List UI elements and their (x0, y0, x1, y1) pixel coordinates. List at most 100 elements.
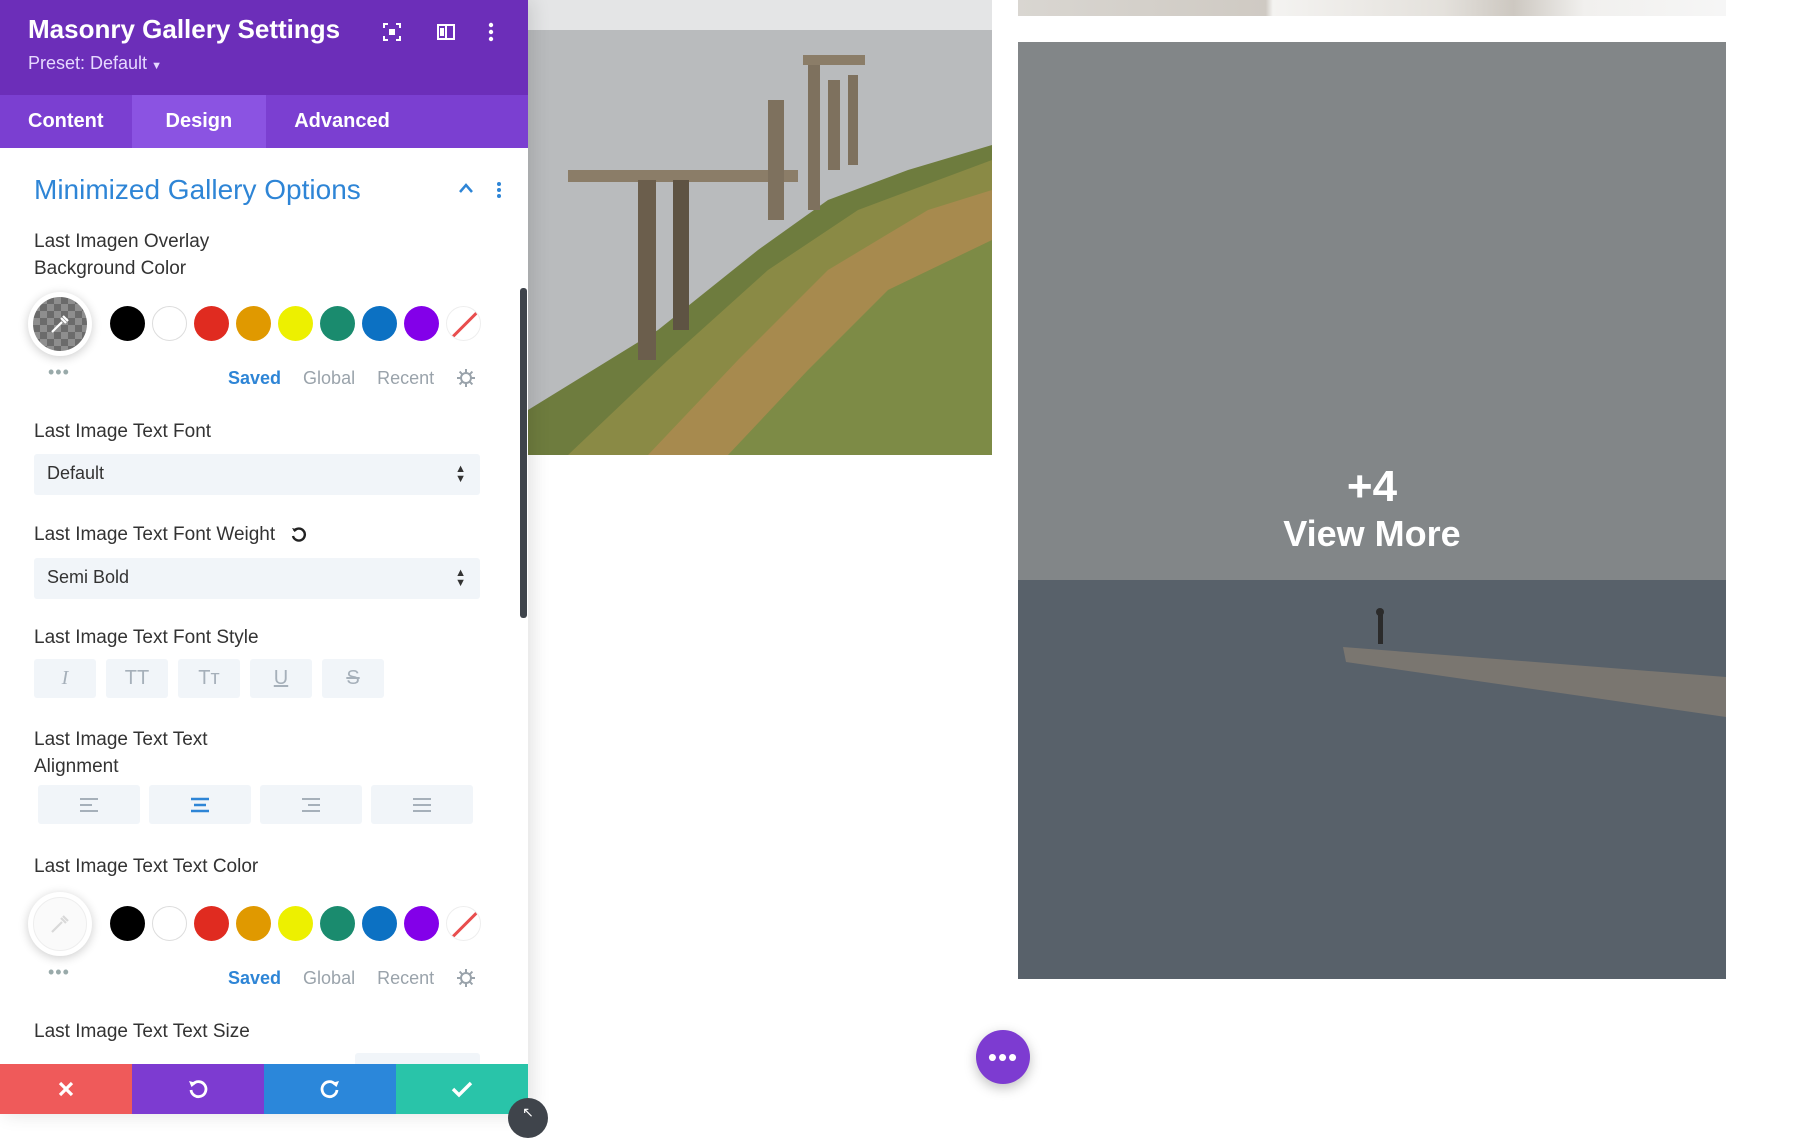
picker-tab-saved[interactable]: Saved (228, 368, 281, 389)
overlay-bg-color-picker: ••• Saved Global Recent (28, 292, 488, 388)
swatch-green[interactable] (320, 906, 355, 941)
capitalize-button[interactable]: Tт (178, 659, 240, 698)
swatch-orange[interactable] (236, 906, 271, 941)
tab-content[interactable]: Content (0, 95, 132, 148)
undo-button[interactable] (132, 1064, 264, 1114)
picker-tab-recent[interactable]: Recent (377, 368, 434, 389)
swatch-red[interactable] (194, 906, 229, 941)
save-button[interactable] (396, 1064, 528, 1114)
overlay-bg-color-label: Last Imagen Overlay Background Color (34, 231, 210, 279)
panel-resize-handle[interactable]: ↖ (508, 1098, 548, 1138)
text-size-input[interactable] (355, 1053, 480, 1064)
font-label: Last Image Text Font (34, 421, 212, 442)
gallery-image-top-right[interactable] (1018, 0, 1726, 16)
font-style-buttons: I TT Tт U S (34, 659, 384, 698)
panel-title: Masonry Gallery Settings (28, 14, 341, 44)
focus-icon[interactable] (378, 18, 406, 46)
more-horizontal-icon[interactable]: ••• (48, 962, 70, 983)
redo-icon (320, 1080, 339, 1099)
text-color-label: Last Image Text Text Color (34, 856, 259, 877)
split-view-icon[interactable] (432, 18, 460, 46)
swatch-white[interactable] (152, 906, 187, 941)
current-color-button[interactable] (28, 892, 92, 956)
settings-panel: Masonry Gallery Settings Preset: Default… (0, 0, 528, 1114)
uppercase-button[interactable]: TT (106, 659, 168, 698)
chevron-up-icon[interactable] (458, 182, 474, 194)
gear-icon[interactable] (456, 368, 476, 388)
swatch-green[interactable] (320, 306, 355, 341)
check-icon (451, 1081, 473, 1098)
text-alignment-label: Last Image Text Text Alignment (34, 729, 208, 777)
undo-icon (189, 1080, 208, 1099)
discard-button[interactable] (0, 1064, 132, 1114)
panel-scrollbar[interactable] (520, 288, 527, 618)
section-title: Minimized Gallery Options (34, 174, 361, 205)
more-vertical-icon[interactable] (496, 180, 502, 200)
view-more-overlay[interactable]: +4 View More (1018, 42, 1726, 979)
font-weight-select-value: Semi Bold (47, 567, 130, 587)
redo-button[interactable] (264, 1064, 396, 1114)
color-swatches (110, 306, 481, 341)
page-options-button[interactable]: ••• (976, 1030, 1030, 1084)
color-picker-tabs: Saved Global Recent (228, 968, 434, 989)
gallery-image-last-view-more[interactable]: +4 View More (1018, 42, 1726, 979)
text-size-label: Last Image Text Text Size (34, 1021, 250, 1042)
text-color-picker: ••• Saved Global Recent (28, 892, 488, 988)
more-vertical-icon[interactable] (477, 18, 505, 46)
swatch-transparent[interactable] (446, 306, 481, 341)
tab-design[interactable]: Design (131, 95, 267, 148)
pier-cliff-illustration (528, 0, 992, 455)
swatch-orange[interactable] (236, 306, 271, 341)
preset-dropdown[interactable]: Preset: Default ▼ (28, 53, 162, 74)
align-center-button[interactable] (149, 785, 251, 824)
align-justify-button[interactable] (371, 785, 473, 824)
swatch-purple[interactable] (404, 906, 439, 941)
eyedropper-icon (51, 915, 69, 933)
more-horizontal-icon[interactable]: ••• (48, 362, 70, 383)
swatch-transparent[interactable] (446, 906, 481, 941)
swatch-blue[interactable] (362, 906, 397, 941)
panel-header: Masonry Gallery Settings Preset: Default… (0, 0, 528, 95)
select-arrows-icon: ▲ ▼ (455, 463, 466, 485)
panel-tabs: Content Design Advanced (0, 95, 528, 148)
panel-footer (0, 1064, 528, 1114)
preset-label: Preset: Default (28, 53, 148, 73)
swatch-black[interactable] (110, 906, 145, 941)
close-icon (58, 1081, 74, 1097)
remaining-images-count: +4 (1346, 461, 1398, 511)
more-horizontal-icon: ••• (987, 1041, 1019, 1072)
picker-tab-saved[interactable]: Saved (228, 968, 281, 989)
gear-icon[interactable] (456, 968, 476, 988)
color-picker-tabs: Saved Global Recent (228, 368, 434, 389)
swatch-blue[interactable] (362, 306, 397, 341)
resize-arrow-icon: ↖ (522, 1104, 534, 1120)
picker-tab-global[interactable]: Global (303, 368, 355, 389)
font-select-value: Default (47, 463, 105, 483)
section-header[interactable]: Minimized Gallery Options (34, 174, 504, 214)
caret-down-icon: ▼ (151, 60, 162, 72)
font-weight-select[interactable]: Semi Bold ▲ ▼ (34, 558, 480, 599)
swatch-yellow[interactable] (278, 306, 313, 341)
align-right-button[interactable] (260, 785, 362, 824)
current-color-button[interactable] (28, 292, 92, 356)
font-select[interactable]: Default ▲ ▼ (34, 454, 480, 495)
select-arrows-icon: ▲ ▼ (455, 567, 466, 589)
swatch-purple[interactable] (404, 306, 439, 341)
align-justify-icon (413, 797, 431, 812)
eyedropper-icon (51, 315, 69, 333)
gallery-image-pier-cliff[interactable] (528, 0, 992, 455)
align-left-button[interactable] (38, 785, 140, 824)
swatch-black[interactable] (110, 306, 145, 341)
underline-button[interactable]: U (250, 659, 312, 698)
picker-tab-global[interactable]: Global (303, 968, 355, 989)
color-swatches (110, 906, 481, 941)
picker-tab-recent[interactable]: Recent (377, 968, 434, 989)
tab-advanced[interactable]: Advanced (266, 95, 418, 148)
strikethrough-button[interactable]: S (322, 659, 384, 698)
italic-button[interactable]: I (34, 659, 96, 698)
reset-icon[interactable] (290, 526, 308, 544)
align-center-icon (191, 797, 209, 812)
swatch-white[interactable] (152, 306, 187, 341)
swatch-red[interactable] (194, 306, 229, 341)
swatch-yellow[interactable] (278, 906, 313, 941)
